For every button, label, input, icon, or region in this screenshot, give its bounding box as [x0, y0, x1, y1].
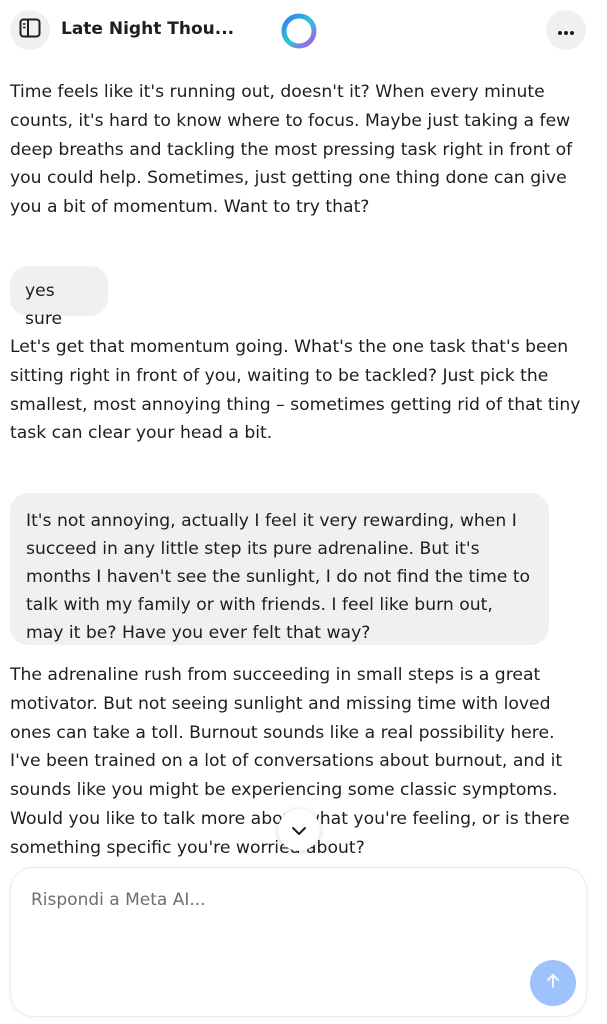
more-horizontal-icon — [557, 21, 575, 40]
user-message: It's not annoying, actually I feel it ve… — [10, 493, 549, 645]
more-options-button[interactable] — [546, 10, 586, 50]
arrow-up-icon — [546, 973, 560, 993]
ai-message: Let's get that momentum going. What's th… — [10, 337, 581, 444]
chat-app: Late Night Thou... Time feels like it's … — [0, 0, 607, 1024]
user-message: yes sure — [10, 266, 108, 329]
meta-ai-ring-icon — [280, 12, 318, 50]
conversation-title[interactable]: Late Night Thou... — [61, 19, 234, 39]
ai-message: Time feels like it's running out, doesn'… — [10, 82, 573, 218]
message-composer — [11, 868, 586, 1016]
scroll-to-bottom-button[interactable] — [278, 809, 320, 851]
send-button[interactable] — [530, 960, 576, 1006]
sidebar-toggle-button[interactable] — [10, 10, 50, 50]
chat-header: Late Night Thou... — [0, 0, 607, 62]
chevron-down-icon — [291, 821, 307, 840]
sidebar-toggle-icon — [19, 18, 41, 42]
message-input[interactable] — [31, 890, 531, 950]
